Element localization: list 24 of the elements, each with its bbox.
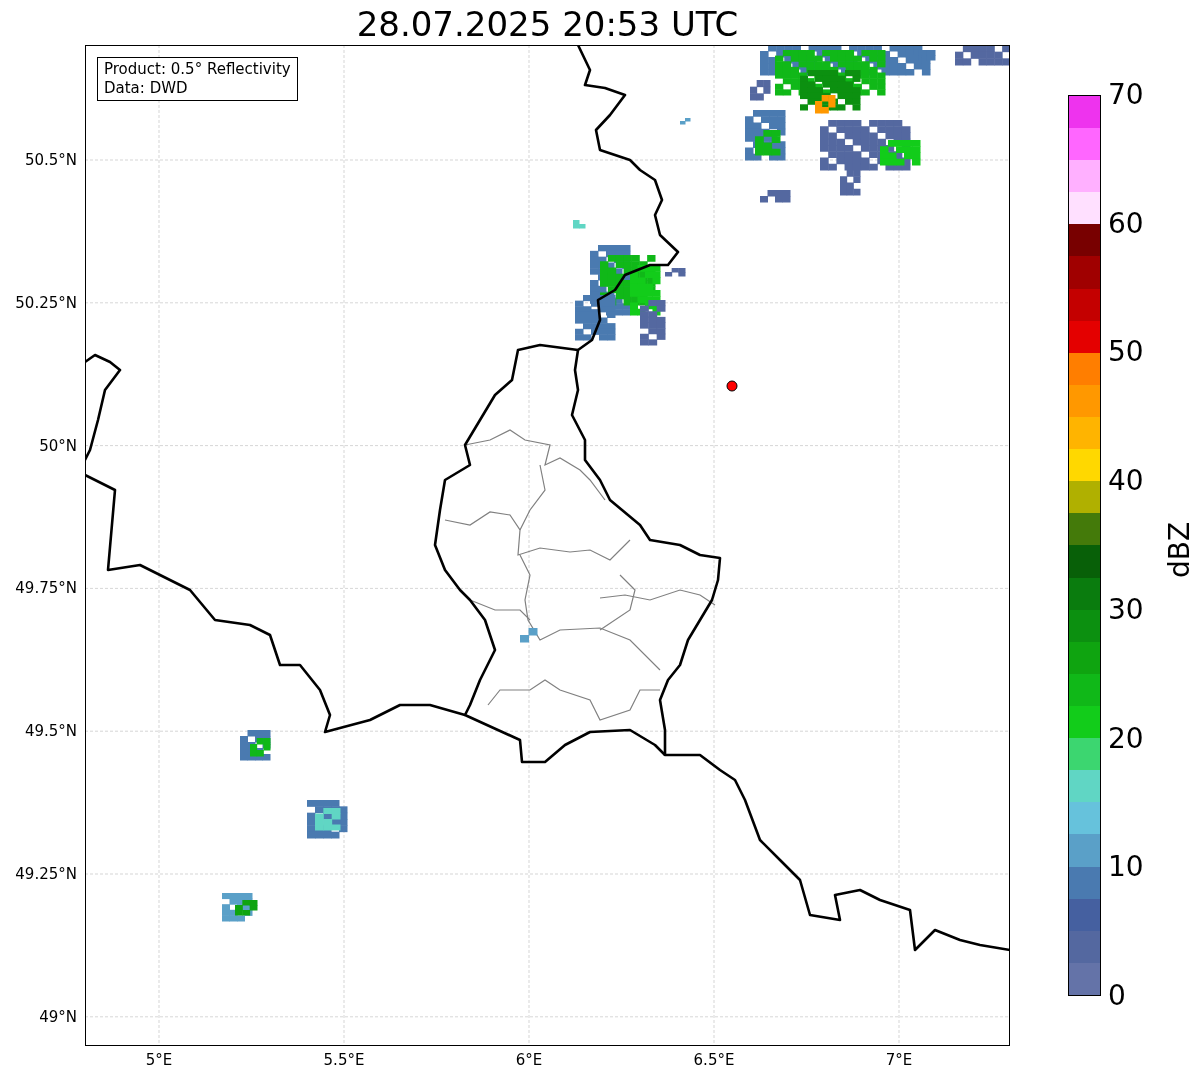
- axis-tick-label: 5.5°E: [323, 1051, 365, 1069]
- legend-text: Data: DWD: [104, 79, 189, 98]
- colorbar-tick-label: 20: [1108, 722, 1144, 755]
- axis-tick-label: 50.25°N: [15, 293, 77, 312]
- axis-tick-label: 6°E: [515, 1051, 543, 1069]
- axis-tick-label: 49.5°N: [24, 722, 77, 741]
- axis-tick-label: 50°N: [39, 436, 77, 455]
- colorbar-tick-label: 60: [1108, 207, 1144, 240]
- colorbar-tick-label: 40: [1108, 465, 1144, 498]
- axis-tick-label: 50.5°N: [24, 151, 77, 169]
- colorbar-tick-label: 0: [1108, 980, 1126, 1012]
- chart-title: 28.07.2025 20:53 UTC: [356, 3, 739, 45]
- axis-tick-label: 6.5°E: [693, 1051, 735, 1069]
- axis-tick-label: 49.75°N: [15, 579, 77, 598]
- axis-tick-label: 49°N: [39, 1007, 77, 1026]
- colorbar-label: dBZ: [1164, 521, 1196, 579]
- colorbar-tick-label: 70: [1108, 79, 1144, 111]
- colorbar-tick-label: 50: [1108, 336, 1144, 369]
- axis-tick-label: 49.25°N: [15, 865, 77, 883]
- axis-tick-label: 7°E: [885, 1051, 913, 1069]
- colorbar-tick-label: 30: [1108, 593, 1144, 626]
- colorbar-tick-label: 10: [1108, 851, 1144, 884]
- legend-text: Product: 0.5° Reflectivity: [104, 60, 291, 79]
- axis-tick-label: 5°E: [145, 1051, 173, 1069]
